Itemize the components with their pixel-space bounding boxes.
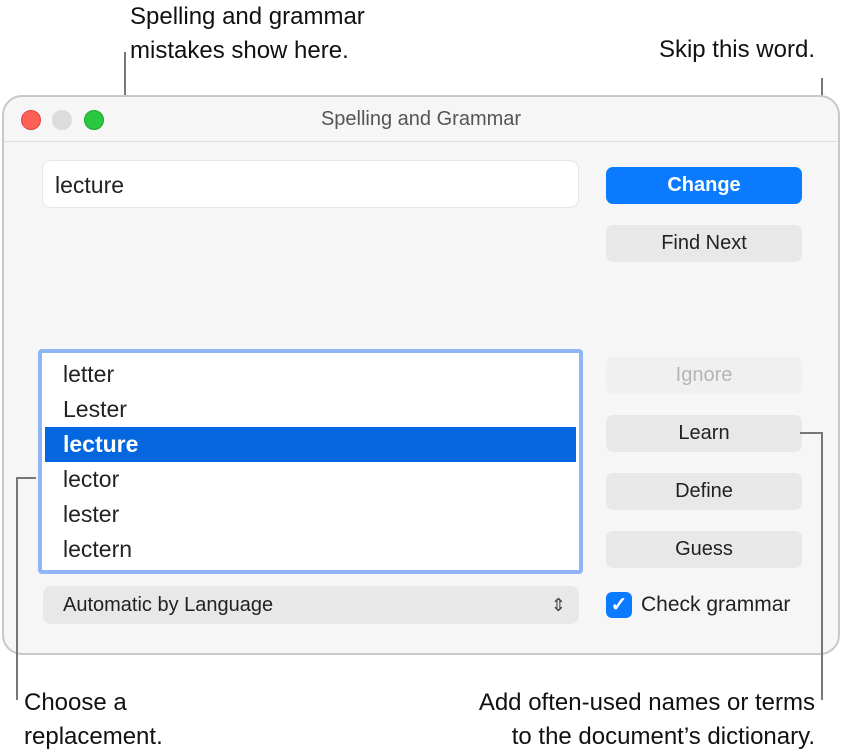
check-grammar-checkbox[interactable]: ✓: [606, 592, 632, 618]
checkmark-icon: ✓: [611, 594, 628, 616]
window-title: Spelling and Grammar: [4, 108, 838, 131]
callout-line: mistakes show here.: [130, 34, 365, 68]
callout-learn: Add often-used names or terms to the doc…: [479, 686, 815, 754]
callout-leader: [16, 477, 36, 479]
learn-button[interactable]: Learn: [606, 415, 802, 452]
suggestion-item[interactable]: letter: [45, 357, 576, 392]
change-button[interactable]: Change: [606, 167, 802, 204]
callout-leader: [16, 477, 18, 700]
ignore-button[interactable]: Ignore: [606, 357, 802, 394]
callout-line: Choose a: [24, 686, 163, 720]
guess-button[interactable]: Guess: [606, 531, 802, 568]
suggestion-item[interactable]: lester: [45, 497, 576, 532]
spelling-grammar-window: Spelling and Grammar lecture Change Find…: [2, 95, 840, 655]
suggestion-item[interactable]: Lester: [45, 392, 576, 427]
find-next-button[interactable]: Find Next: [606, 225, 802, 262]
suggestion-item[interactable]: lector: [45, 462, 576, 497]
callout-leader: [821, 432, 823, 700]
callout-line: to the document’s dictionary.: [479, 720, 815, 754]
title-bar: Spelling and Grammar: [4, 97, 838, 142]
misspelled-word-field[interactable]: lecture: [42, 160, 579, 208]
callout-mistakes: Spelling and grammar mistakes show here.: [130, 0, 365, 68]
language-popup[interactable]: Automatic by Language ⇕: [43, 586, 579, 624]
suggestion-item-selected[interactable]: lecture: [45, 427, 576, 462]
callout-skip: Skip this word.: [659, 33, 815, 67]
callout-line: replacement.: [24, 720, 163, 754]
define-button[interactable]: Define: [606, 473, 802, 510]
callout-line: Add often-used names or terms: [479, 686, 815, 720]
suggestions-list[interactable]: letter Lester lecture lector lester lect…: [38, 349, 583, 574]
chevron-updown-icon: ⇕: [551, 588, 566, 622]
callout-line: Spelling and grammar: [130, 0, 365, 34]
check-grammar-label: Check grammar: [641, 591, 790, 619]
suggestion-item[interactable]: lectern: [45, 532, 576, 567]
callout-choose: Choose a replacement.: [24, 686, 163, 754]
language-value: Automatic by Language: [63, 594, 273, 616]
callout-leader: [800, 432, 823, 434]
